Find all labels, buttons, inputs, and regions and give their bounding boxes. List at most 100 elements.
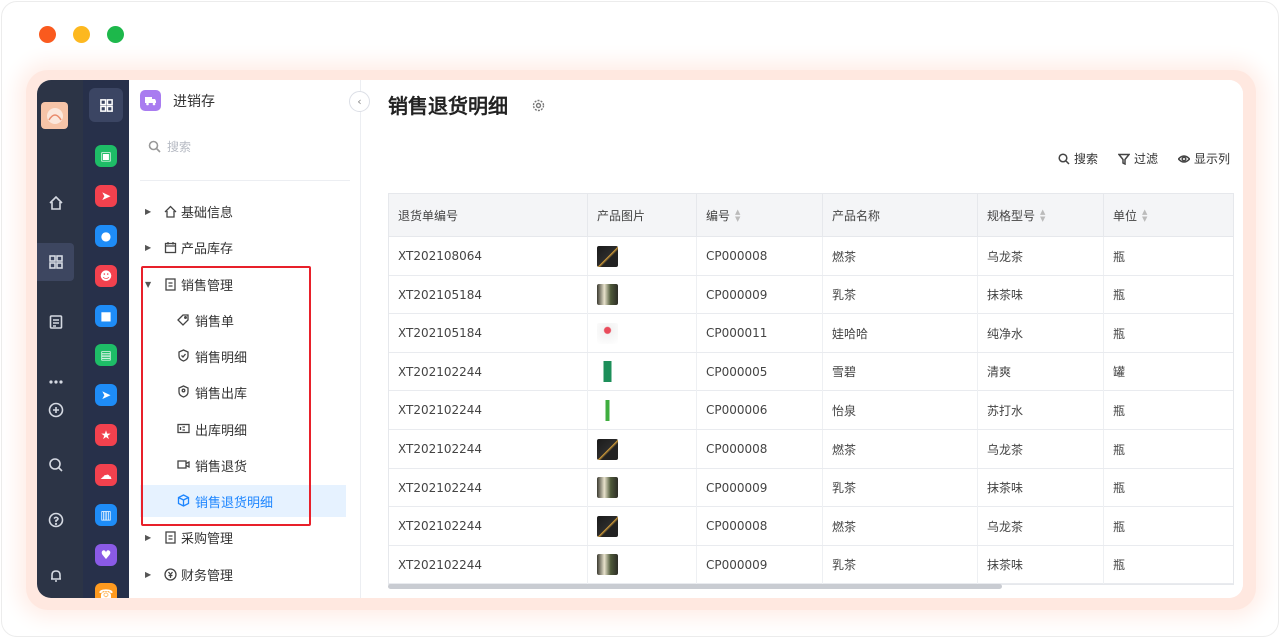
cell-unit: 瓶 bbox=[1113, 519, 1126, 534]
sort-icon[interactable]: ▲ ▼ bbox=[735, 208, 740, 223]
table-row[interactable]: XT202102244 CP000008 燃茶 乌龙茶瓶 bbox=[389, 507, 1233, 546]
nav-item-sales-detail[interactable]: 销售明细 bbox=[140, 340, 346, 372]
close-dot[interactable] bbox=[39, 26, 56, 43]
product-thumbnail[interactable] bbox=[597, 322, 618, 344]
table-row[interactable]: XT202102244 CP000009 乳茶 抹茶味瓶 bbox=[389, 545, 1233, 584]
nav-group-basic-info[interactable]: ▶ 基础信息 bbox=[140, 195, 346, 227]
app-red-cloud-icon[interactable]: ☁ bbox=[95, 464, 117, 486]
horizontal-scrollbar[interactable] bbox=[388, 584, 1002, 589]
window-controls bbox=[39, 26, 124, 43]
avatar-icon[interactable] bbox=[41, 102, 68, 129]
product-thumbnail[interactable] bbox=[597, 554, 618, 576]
product-image-cell bbox=[588, 430, 697, 468]
nav-group-label: 基础信息 bbox=[181, 205, 234, 221]
header-image[interactable]: 产品图片 bbox=[588, 194, 697, 237]
apps-grid-icon[interactable] bbox=[37, 243, 74, 281]
home-icon bbox=[163, 204, 177, 218]
nav-search[interactable]: 搜索 bbox=[148, 138, 348, 155]
table-row[interactable]: XT202102244 CP000008 燃茶 乌龙茶瓶 bbox=[389, 430, 1233, 469]
gear-icon[interactable] bbox=[532, 99, 545, 112]
minimize-dot[interactable] bbox=[73, 26, 90, 43]
cell-code: CP000006 bbox=[697, 391, 823, 430]
app-red-user-icon[interactable]: ☻ bbox=[95, 265, 117, 287]
table-row[interactable]: XT202108064 CP000008 燃茶 乌龙茶瓶 bbox=[389, 237, 1233, 276]
nav-item-outbound-detail[interactable]: 出库明细 bbox=[140, 413, 346, 445]
product-image-cell bbox=[588, 545, 697, 584]
header-unit[interactable]: 单位 ▲ ▼ bbox=[1104, 194, 1233, 237]
app-red-star-icon[interactable]: ★ bbox=[95, 424, 117, 446]
shield-icon bbox=[177, 349, 191, 363]
cell-no: XT202102244 bbox=[389, 352, 588, 391]
table-row[interactable]: XT202102244 CP000009 乳茶 抹茶味瓶 bbox=[389, 468, 1233, 508]
cell-no: XT202102244 bbox=[389, 391, 588, 430]
product-thumbnail[interactable] bbox=[597, 399, 618, 421]
cube-icon bbox=[177, 494, 191, 508]
plus-circle-icon[interactable] bbox=[37, 391, 74, 429]
table-row[interactable]: XT202105184 CP000009 乳茶 抹茶味瓶 bbox=[389, 275, 1233, 315]
nav-item-label: 销售退货 bbox=[195, 459, 248, 475]
filter-label: 过滤 bbox=[1133, 152, 1158, 166]
nav-group-finance[interactable]: ▶ 财务管理 bbox=[140, 558, 346, 590]
app-red-send-icon[interactable]: ➤ bbox=[95, 185, 117, 207]
app-purple-heart-icon[interactable]: ♥ bbox=[95, 544, 117, 566]
product-thumbnail[interactable] bbox=[597, 477, 618, 499]
nav-group-purchase[interactable]: ▶ 采购管理 bbox=[140, 521, 346, 553]
product-thumbnail[interactable] bbox=[597, 245, 618, 267]
collapse-nav-button[interactable]: ‹ bbox=[349, 91, 370, 112]
product-thumbnail[interactable] bbox=[597, 361, 618, 383]
app-blue-chat-icon[interactable]: ● bbox=[95, 225, 117, 247]
sort-icon[interactable]: ▲ ▼ bbox=[1040, 208, 1045, 223]
header-name[interactable]: 产品名称 bbox=[823, 194, 978, 237]
nav-group-label: 销售管理 bbox=[181, 278, 234, 294]
nav-item-sales-return[interactable]: 销售退货 bbox=[140, 449, 346, 481]
sort-icon[interactable]: ▲ ▼ bbox=[1142, 208, 1147, 223]
search-button[interactable]: 搜索 bbox=[1058, 150, 1098, 167]
video-icon bbox=[177, 458, 191, 472]
cell-spec: 抹茶味 bbox=[978, 468, 1104, 507]
document-icon[interactable] bbox=[37, 303, 74, 341]
app-green-ticket-icon[interactable]: ▤ bbox=[95, 344, 117, 366]
nav-group-label: 采购管理 bbox=[181, 531, 234, 547]
cell-name: 雪碧 bbox=[823, 352, 978, 391]
app-blue-print-icon[interactable]: ▥ bbox=[95, 504, 117, 526]
app-orange-phone-icon[interactable]: ☎ bbox=[95, 583, 117, 598]
table-row[interactable]: XT202102244 CP000005 雪碧 清爽罐 bbox=[389, 352, 1233, 392]
cell-spec: 苏打水 bbox=[978, 391, 1104, 430]
cell-unit: 罐 bbox=[1113, 365, 1126, 380]
header-code[interactable]: 编号 ▲ ▼ bbox=[697, 194, 823, 237]
product-thumbnail[interactable] bbox=[597, 438, 618, 460]
header-spec[interactable]: 规格型号 ▲ ▼ bbox=[978, 194, 1104, 237]
nav-group-sales[interactable]: ▼ 销售管理 bbox=[140, 268, 346, 300]
nav-item-sales-order[interactable]: 销售单 bbox=[140, 304, 346, 336]
table-row[interactable]: XT202105184 CP000011 娃哈哈 纯净水瓶 bbox=[389, 314, 1233, 353]
table-row[interactable]: XT202102244 CP000006 怡泉 苏打水瓶 bbox=[389, 391, 1233, 430]
columns-button[interactable]: 显示列 bbox=[1177, 150, 1230, 167]
cell-unit: 瓶 bbox=[1113, 481, 1126, 496]
maximize-dot[interactable] bbox=[107, 26, 124, 43]
cell-unit: 瓶 bbox=[1113, 442, 1126, 457]
toolbar: 搜索 过滤 显示列 bbox=[1058, 150, 1230, 167]
cell-name: 乳茶 bbox=[823, 468, 978, 507]
bell-icon[interactable] bbox=[37, 557, 74, 595]
help-icon[interactable] bbox=[37, 501, 74, 539]
app-green-doc-icon[interactable]: ▣ bbox=[95, 145, 117, 167]
grid-menu-icon[interactable] bbox=[89, 88, 123, 122]
search-icon bbox=[1058, 152, 1070, 165]
caret-down-icon: ▼ bbox=[145, 279, 152, 289]
product-image-cell bbox=[588, 391, 697, 430]
product-thumbnail[interactable] bbox=[597, 284, 618, 306]
app-blue-send-icon[interactable]: ➤ bbox=[95, 384, 117, 406]
nav-item-sales-return-detail[interactable]: 销售退货明细 bbox=[140, 485, 346, 517]
product-image-cell bbox=[588, 352, 697, 391]
product-thumbnail[interactable] bbox=[597, 515, 618, 537]
home-icon[interactable] bbox=[37, 184, 74, 222]
product-image-cell bbox=[588, 507, 697, 546]
app-blue-truck-icon[interactable]: ■ bbox=[95, 305, 117, 327]
return-detail-table: 退货单编号 产品图片 编号 ▲ ▼ 产品名称 规格型号 ▲ ▼ 单位 ▲ ▼ XT20210… bbox=[388, 193, 1234, 585]
filter-button[interactable]: 过滤 bbox=[1117, 150, 1158, 167]
nav-item-sales-outbound[interactable]: 销售出库 bbox=[140, 376, 346, 408]
nav-group-inventory[interactable]: ▶ 产品库存 bbox=[140, 231, 346, 263]
caret-right-icon: ▶ bbox=[145, 532, 152, 542]
search-icon[interactable] bbox=[37, 446, 74, 484]
header-return-no[interactable]: 退货单编号 bbox=[389, 194, 588, 237]
